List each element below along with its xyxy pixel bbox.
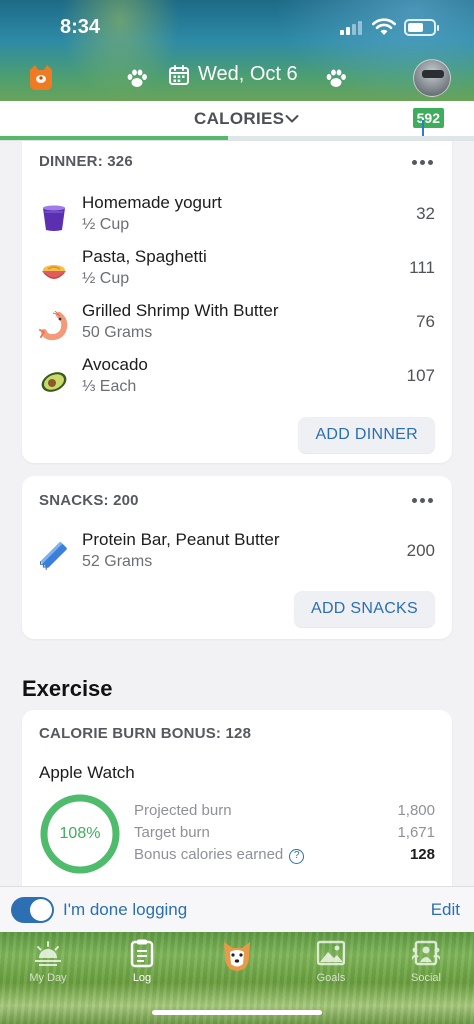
food-calories: 107 xyxy=(406,366,435,385)
status-bar: 8:34 xyxy=(0,0,474,56)
projected-burn-value: 1,800 xyxy=(397,802,435,819)
tab-label: Log xyxy=(132,972,152,984)
done-logging-toggle[interactable] xyxy=(11,897,54,923)
sunrise-icon xyxy=(35,941,61,966)
pasta-bowl-icon xyxy=(42,265,66,279)
tab-label: Social xyxy=(411,972,441,984)
previous-day-paw-icon[interactable] xyxy=(126,68,148,90)
device-name: Apple Watch xyxy=(39,763,135,782)
snacks-card: SNACKS: 200 Protein Bar, Peanut Butter 5… xyxy=(22,476,452,639)
burn-percent: 108% xyxy=(59,825,101,842)
current-date: Wed, Oct 6 xyxy=(198,63,298,85)
food-item[interactable]: Avocado ⅓ Each 107 xyxy=(22,355,452,409)
dinner-more-icon[interactable] xyxy=(412,160,434,166)
header-background: 8:34 Wed, Oct 6 xyxy=(0,0,474,101)
chevron-down-icon xyxy=(285,115,299,123)
calories-remaining-badge: 592 xyxy=(412,108,444,128)
food-name: Avocado xyxy=(82,355,148,374)
snacks-header: SNACKS: 200 xyxy=(39,492,139,509)
social-people-icon xyxy=(412,940,440,966)
food-name: Protein Bar, Peanut Butter xyxy=(82,530,280,549)
edit-button[interactable]: Edit xyxy=(431,900,460,920)
food-name: Homemade yogurt xyxy=(82,193,222,212)
snacks-more-icon[interactable] xyxy=(412,498,434,504)
calorie-progress-bar xyxy=(0,120,474,140)
food-name: Pasta, Spaghetti xyxy=(82,247,207,266)
tab-label: Goals xyxy=(316,972,346,984)
exercise-section-title: Exercise xyxy=(22,676,113,701)
calorie-progress-fill xyxy=(0,136,228,140)
protein-bar-icon xyxy=(40,541,67,570)
dinner-header: DINNER: 326 xyxy=(39,153,133,170)
date-selector[interactable]: Wed, Oct 6 xyxy=(168,63,298,86)
done-logging-bar: I'm done logging Edit xyxy=(0,886,474,932)
food-calories: 200 xyxy=(406,541,435,560)
calendar-icon xyxy=(169,64,189,85)
bonus-calories-value: 128 xyxy=(409,846,435,863)
food-item[interactable]: Protein Bar, Peanut Butter 52 Grams 200 xyxy=(22,530,452,584)
food-calories: 32 xyxy=(416,204,435,223)
tab-my-day[interactable]: My Day xyxy=(13,936,83,992)
tab-social[interactable]: Social xyxy=(391,936,461,992)
target-burn-label: Target burn xyxy=(134,824,210,841)
cellular-signal-icon xyxy=(340,21,364,35)
noom-logo-icon[interactable] xyxy=(26,62,56,92)
calorie-summary-bar[interactable]: CALORIES 592 xyxy=(0,101,474,141)
battery-icon xyxy=(404,19,439,36)
goals-picture-icon xyxy=(317,940,345,966)
help-icon[interactable]: ? xyxy=(289,849,305,864)
tab-label: My Day xyxy=(29,972,67,984)
done-logging-label[interactable]: I'm done logging xyxy=(63,900,187,920)
profile-avatar[interactable] xyxy=(413,59,451,97)
avocado-icon xyxy=(41,372,67,392)
target-burn-value: 1,671 xyxy=(397,824,435,841)
home-indicator xyxy=(152,1010,322,1015)
app-header: Wed, Oct 6 xyxy=(0,56,474,100)
yogurt-cup-icon xyxy=(43,205,65,231)
tab-coach[interactable] xyxy=(202,936,272,992)
dinner-card: DINNER: 326 Homemade yogurt ½ Cup 32 Pas… xyxy=(22,141,452,463)
tab-goals[interactable]: Goals xyxy=(296,936,366,992)
add-dinner-button[interactable]: ADD DINNER xyxy=(298,417,435,453)
food-quantity: 50 Grams xyxy=(82,324,153,341)
calories-dropdown-label[interactable]: CALORIES xyxy=(194,109,284,129)
calorie-target-marker xyxy=(422,120,424,136)
food-quantity: 52 Grams xyxy=(82,553,153,570)
food-item[interactable]: Pasta, Spaghetti ½ Cup 111 xyxy=(22,247,452,301)
food-item[interactable]: Grilled Shrimp With Butter 50 Grams 76 xyxy=(22,301,452,355)
tab-log[interactable]: Log xyxy=(107,936,177,992)
bonus-calories-row: Bonus calories earned? xyxy=(134,846,305,864)
status-time: 8:34 xyxy=(60,16,101,38)
food-quantity: ½ Cup xyxy=(82,216,130,233)
bonus-calories-label: Bonus calories earned xyxy=(134,846,284,863)
calorie-burn-header: CALORIE BURN BONUS: 128 xyxy=(39,725,252,742)
food-calories: 76 xyxy=(416,312,435,331)
add-snacks-button[interactable]: ADD SNACKS xyxy=(293,591,435,627)
bottom-tab-bar: My Day Log Goals Social xyxy=(0,932,474,1024)
food-quantity: ⅓ Each xyxy=(82,378,137,395)
food-quantity: ½ Cup xyxy=(82,270,130,287)
wifi-icon xyxy=(372,18,396,35)
projected-burn-label: Projected burn xyxy=(134,802,232,819)
dog-mascot-icon xyxy=(224,942,250,971)
shrimp-icon xyxy=(39,311,68,341)
food-item[interactable]: Homemade yogurt ½ Cup 32 xyxy=(22,193,452,247)
calorie-burn-card: CALORIE BURN BONUS: 128 Apple Watch 108%… xyxy=(22,710,452,886)
next-day-paw-icon[interactable] xyxy=(325,68,347,90)
food-calories: 111 xyxy=(409,258,435,277)
food-name: Grilled Shrimp With Butter xyxy=(82,301,279,320)
clipboard-icon xyxy=(130,939,154,968)
log-scroll-area[interactable]: DINNER: 326 Homemade yogurt ½ Cup 32 Pas… xyxy=(0,141,474,886)
